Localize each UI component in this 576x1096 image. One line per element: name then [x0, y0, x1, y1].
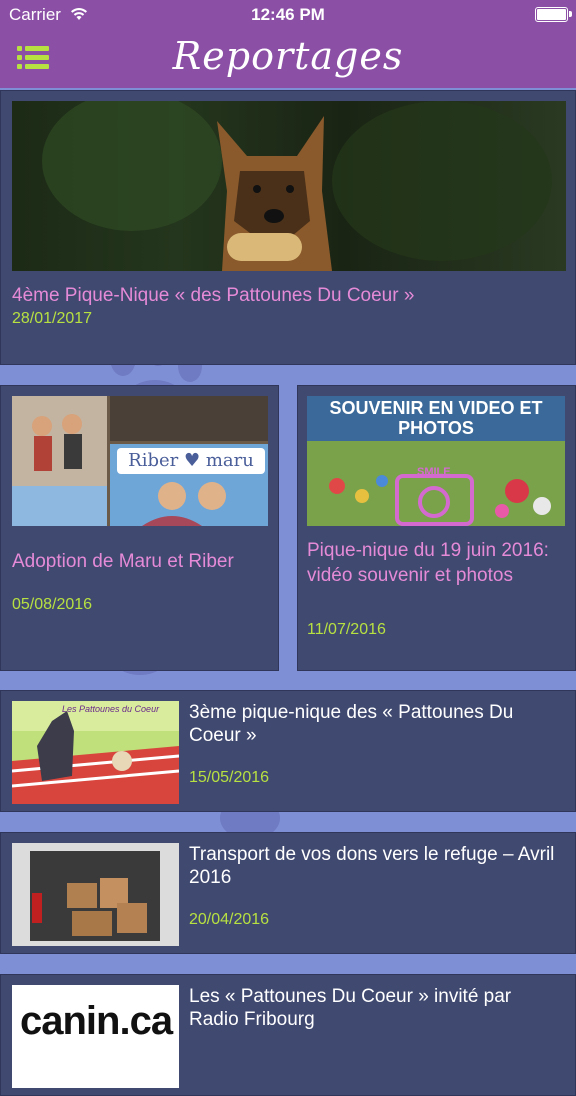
article-title[interactable]: Les « Pattounes Du Coeur » invité par Ra…	[189, 985, 559, 1031]
article-card[interactable]: SOUVENIR EN VIDEO ET PHOTOS SMILE Pique-…	[297, 385, 576, 671]
article-thumbnail: canin.ca	[12, 985, 179, 1088]
clock: 12:46 PM	[251, 5, 325, 24]
featured-article-title[interactable]: 4ème Pique-Nique « des Pattounes Du Coeu…	[12, 283, 562, 308]
battery-icon	[535, 7, 572, 22]
article-thumbnail	[12, 843, 179, 946]
article-image: SOUVENIR EN VIDEO ET PHOTOS SMILE	[307, 396, 565, 526]
article-title[interactable]: Transport de vos dons vers le refuge – A…	[189, 843, 559, 889]
article-date: 15/05/2016	[189, 769, 270, 786]
featured-article-card[interactable]: 4ème Pique-Nique « des Pattounes Du Coeu…	[0, 90, 576, 365]
article-image-caption: SOUVENIR EN VIDEO ET PHOTOS	[329, 398, 543, 438]
featured-article-image	[12, 101, 566, 271]
article-thumbnail: Les Pattounes du Coeur	[12, 701, 179, 804]
article-image: Riber ♥ maru	[12, 396, 268, 526]
article-title[interactable]: Adoption de Maru et Riber	[12, 549, 272, 574]
nav-bar: Reportages	[0, 30, 576, 88]
article-thumbnail-caption: Les Pattounes du Coeur	[62, 704, 160, 714]
article-list-item[interactable]: canin.ca Les « Pattounes Du Coeur » invi…	[0, 974, 576, 1096]
article-image-subcaption: SMILE	[417, 466, 451, 478]
article-title[interactable]: Pique-nique du 19 juin 2016: vidéo souve…	[307, 538, 569, 588]
article-date: 11/07/2016	[307, 621, 386, 638]
article-list-item[interactable]: Transport de vos dons vers le refuge – A…	[0, 832, 576, 954]
status-bar: Carrier 12:46 PM	[0, 0, 576, 30]
page-title: Reportages	[172, 34, 404, 78]
article-thumbnail-caption: canin.ca	[20, 999, 173, 1043]
article-date: 05/08/2016	[12, 596, 93, 613]
article-card[interactable]: Riber ♥ maru Adoption de Maru et Riber 0…	[0, 385, 279, 671]
article-image-caption: Riber ♥ maru	[117, 448, 265, 474]
article-list-item[interactable]: Les Pattounes du Coeur 3ème pique-nique …	[0, 690, 576, 812]
article-date: 20/04/2016	[189, 911, 270, 928]
featured-article-date: 28/01/2017	[12, 310, 93, 327]
article-title[interactable]: 3ème pique-nique des « Pattounes Du Coeu…	[189, 701, 559, 747]
